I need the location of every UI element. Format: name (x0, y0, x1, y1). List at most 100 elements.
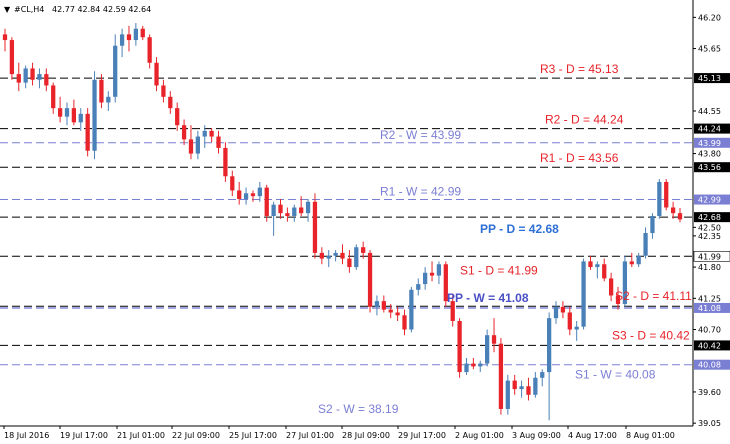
candle-body (119, 34, 125, 46)
candle-body (374, 301, 380, 307)
candle-body (181, 125, 187, 140)
candle-body (299, 207, 304, 214)
y-tick-label: 42.35 (698, 232, 721, 241)
candle-body (491, 335, 497, 344)
candle-body (9, 40, 15, 75)
candle-body (85, 113, 90, 151)
candle-body (188, 139, 194, 154)
y-tick-label: 43.80 (698, 150, 721, 159)
chart-window: R3 - D = 45.13 R2 - D = 44.24 R2 - W = 43.… (0, 0, 730, 444)
pivot-level-label: PP - W = 41.08 (447, 291, 529, 305)
candle-body (595, 264, 600, 268)
candle-body (636, 255, 641, 265)
price-badge-text: 42.99 (698, 196, 721, 205)
candle-body (71, 108, 77, 123)
x-tick-label: 21 Jul 01:00 (117, 431, 165, 440)
candle-body (546, 318, 552, 373)
candle-body (560, 306, 566, 313)
candle-body (457, 321, 462, 373)
symbol-label: #CL,H4 (14, 5, 44, 14)
candle-body (423, 272, 428, 285)
candle-body (57, 108, 63, 117)
candle-body (643, 233, 648, 256)
pivot-level-label: R2 - W = 43.99 (380, 128, 461, 142)
x-tick-label: 27 Jul 01:00 (286, 431, 334, 440)
price-badge-text: 43.99 (698, 139, 721, 148)
candle-body (553, 306, 559, 319)
candle-body (133, 28, 139, 41)
pivot-labels-layer: R3 - D = 45.13 R2 - D = 44.24 R2 - W = 43.… (318, 62, 692, 416)
candle-body (168, 96, 173, 109)
candle-body (650, 216, 655, 234)
y-tick-label: 40.70 (698, 326, 721, 335)
candle-body (140, 28, 145, 38)
y-tick-label: 44.55 (698, 107, 721, 116)
candle-body (416, 284, 421, 290)
y-tick-label: 45.65 (698, 45, 721, 54)
candle-body (347, 258, 352, 268)
candle-body (305, 201, 311, 214)
pivot-level-label: R2 - D = 44.24 (545, 113, 624, 127)
candle-body (388, 309, 393, 313)
candle-body (409, 289, 414, 330)
candle-body (51, 85, 56, 109)
candle-body (257, 187, 262, 197)
pivot-level-label: S2 - W = 38.19 (318, 402, 399, 416)
price-badge-text: 42.68 (698, 213, 721, 222)
candle-body (354, 247, 359, 268)
candle-body (92, 79, 97, 151)
candle-body (202, 130, 207, 137)
y-tick-label: 46.20 (698, 13, 721, 22)
candle-body (78, 113, 83, 123)
candle-body (519, 386, 524, 390)
candle-body (147, 37, 152, 63)
x-tick-label: 18 Jul 2016 (4, 431, 49, 440)
x-tick-label: 19 Jul 17:00 (60, 431, 108, 440)
candle-body (505, 380, 510, 409)
x-tick-label: 29 Jul 17:00 (398, 431, 446, 440)
candle-body (567, 312, 572, 330)
candle-body (436, 264, 442, 276)
candle-body (498, 343, 504, 409)
candle-body (478, 363, 483, 367)
pivot-level-label: S3 - D = 40.42 (612, 328, 690, 342)
candle-body (126, 34, 132, 41)
price-badge-text: 41.08 (698, 304, 721, 313)
candle-body (161, 85, 166, 97)
candle-body (319, 252, 324, 259)
candle-body (243, 193, 249, 199)
x-tick-label: 4 Aug 17:00 (568, 431, 617, 440)
x-tick-label: 3 Aug 09:00 (512, 431, 561, 440)
candle-body (381, 301, 386, 310)
candle-body (471, 363, 476, 367)
x-tick-label: 2 Aug 01:00 (455, 431, 504, 440)
candle-body (175, 108, 180, 126)
x-tick-label: 25 Jul 17:00 (229, 431, 277, 440)
pivot-level-label: S1 - D = 41.99 (460, 263, 538, 277)
candle-body (657, 181, 662, 216)
candle-body (23, 68, 28, 83)
candle-body (312, 201, 318, 253)
candle-body (113, 45, 118, 97)
candle-body (588, 261, 593, 268)
candle-body (195, 136, 200, 154)
collapse-arrow-icon[interactable]: ▼ (4, 5, 11, 14)
candle-body (2, 34, 8, 41)
y-tick-label: 39.60 (698, 388, 721, 397)
candle-body (526, 386, 531, 395)
y-tick-label: 41.25 (698, 294, 721, 303)
candle-body (30, 68, 35, 80)
candle-body (602, 264, 607, 279)
candle-body (44, 74, 49, 86)
candle-body (64, 108, 70, 117)
candle-body (326, 255, 331, 259)
pivot-level-label: R3 - D = 45.13 (540, 62, 619, 76)
candle-body (485, 335, 490, 364)
price-badge-text: 40.08 (698, 361, 721, 370)
candle-body (333, 252, 338, 256)
candle-body (402, 315, 407, 330)
x-tick-label: 28 Jul 09:00 (342, 431, 390, 440)
pivot-level-label: PP - D = 42.68 (480, 222, 559, 236)
candle-body (223, 147, 228, 177)
ohlc-readout: 42.77 42.84 42.59 42.64 (52, 5, 151, 14)
